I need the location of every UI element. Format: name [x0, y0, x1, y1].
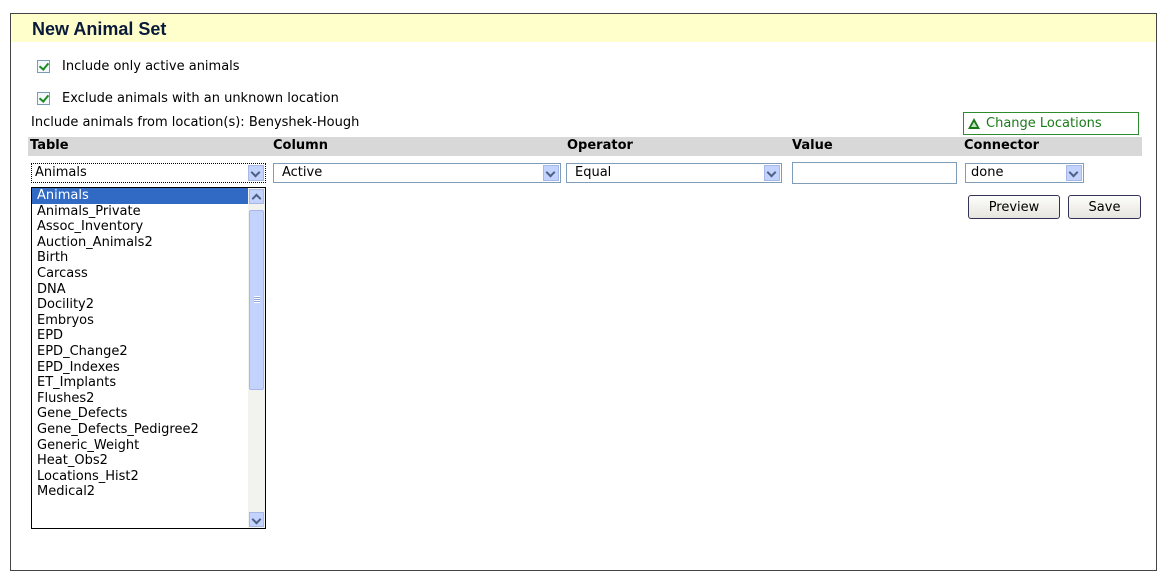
operator-select[interactable]: Equal [566, 163, 782, 183]
header-table: Table [30, 138, 69, 153]
active-only-option[interactable]: Include only active animals [37, 57, 240, 75]
dropdown-option[interactable]: Auction_Animals2 [32, 235, 248, 251]
dropdown-option[interactable]: Embryos [32, 313, 248, 329]
page-title: New Animal Set [32, 19, 167, 39]
scroll-up-icon[interactable] [249, 189, 264, 204]
dropdown-option[interactable]: Assoc_Inventory [32, 219, 248, 235]
dropdown-option[interactable]: Docility2 [32, 297, 248, 313]
preview-button[interactable]: Preview [968, 195, 1060, 219]
exclude-unknown-option[interactable]: Exclude animals with an unknown location [37, 89, 339, 107]
connector-select[interactable]: done [965, 163, 1084, 183]
dropdown-option[interactable]: EPD [32, 328, 248, 344]
filter-header: Table Column Operator Value Connector [28, 137, 1142, 156]
dropdown-option[interactable]: Birth [32, 250, 248, 266]
dropdown-option[interactable]: DNA [32, 282, 248, 298]
chevron-down-icon[interactable] [543, 165, 559, 181]
scroll-down-icon[interactable] [249, 512, 264, 527]
dropdown-options: Animals Animals_Private Assoc_Inventory Auc… [32, 188, 248, 500]
table-select-value: Animals [35, 165, 87, 180]
save-button[interactable]: Save [1068, 195, 1141, 219]
chevron-down-icon[interactable] [248, 165, 264, 181]
header-value: Value [792, 138, 833, 153]
header-column: Column [273, 138, 328, 153]
chevron-down-icon[interactable] [1066, 165, 1082, 181]
table-dropdown-list[interactable]: Animals Animals_Private Assoc_Inventory Auc… [31, 187, 266, 529]
header-connector: Connector [964, 138, 1040, 153]
table-select[interactable]: Animals [31, 163, 266, 183]
dropdown-option[interactable]: Gene_Defects_Pedigree2 [32, 422, 248, 438]
dropdown-scrollbar[interactable] [248, 188, 265, 528]
dropdown-option[interactable]: Animals_Private [32, 204, 248, 220]
chevron-down-icon[interactable] [764, 165, 780, 181]
value-input[interactable] [792, 162, 957, 184]
active-only-label: Include only active animals [62, 58, 240, 74]
exclude-unknown-checkbox[interactable] [37, 91, 50, 105]
change-locations-label: Change Locations [986, 116, 1102, 131]
column-select-value: Active [282, 165, 323, 180]
dropdown-option[interactable]: EPD_Indexes [32, 360, 248, 376]
dropdown-option[interactable]: Generic_Weight [32, 438, 248, 454]
active-only-checkbox[interactable] [37, 59, 50, 73]
dropdown-option[interactable]: Locations_Hist2 [32, 469, 248, 485]
exclude-unknown-label: Exclude animals with an unknown location [62, 90, 339, 106]
location-summary: Include animals from location(s): Benysh… [31, 115, 360, 130]
warning-triangle-icon [968, 118, 980, 129]
dropdown-option[interactable]: EPD_Change2 [32, 344, 248, 360]
title-bar: New Animal Set [10, 13, 1157, 42]
dropdown-option[interactable]: Medical2 [32, 484, 248, 500]
dropdown-option[interactable]: ET_Implants [32, 375, 248, 391]
dropdown-option[interactable]: Animals [32, 188, 248, 204]
dropdown-option[interactable]: Carcass [32, 266, 248, 282]
operator-select-value: Equal [575, 165, 612, 180]
change-locations-button[interactable]: Change Locations [963, 112, 1139, 135]
scroll-thumb[interactable] [249, 210, 264, 390]
connector-select-value: done [971, 165, 1004, 180]
dropdown-option[interactable]: Gene_Defects [32, 406, 248, 422]
dropdown-option[interactable]: Heat_Obs2 [32, 453, 248, 469]
column-select[interactable]: Active [273, 163, 561, 183]
header-operator: Operator [567, 138, 633, 153]
dropdown-option[interactable]: Flushes2 [32, 391, 248, 407]
